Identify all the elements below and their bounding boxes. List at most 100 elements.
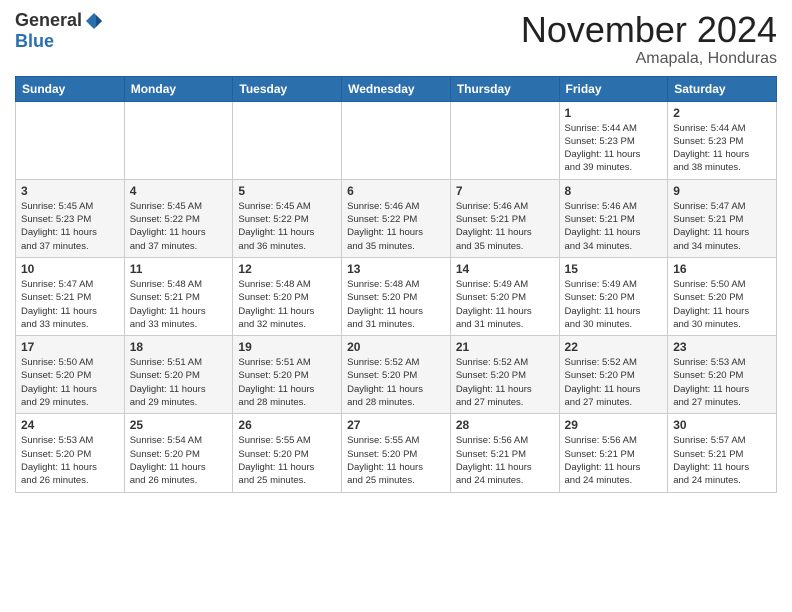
- day-info: Sunrise: 5:44 AM Sunset: 5:23 PM Dayligh…: [565, 122, 663, 175]
- day-info: Sunrise: 5:50 AM Sunset: 5:20 PM Dayligh…: [673, 278, 771, 331]
- day-info: Sunrise: 5:45 AM Sunset: 5:22 PM Dayligh…: [238, 200, 336, 253]
- day-info: Sunrise: 5:52 AM Sunset: 5:20 PM Dayligh…: [347, 356, 445, 409]
- table-row: 13 Sunrise: 5:48 AM Sunset: 5:20 PM Dayli…: [342, 257, 451, 335]
- col-sunday: Sunday: [16, 76, 125, 101]
- day-info: Sunrise: 5:55 AM Sunset: 5:20 PM Dayligh…: [238, 434, 336, 487]
- day-number: 24: [21, 418, 119, 432]
- table-row: 22Sunrise: 5:52 AM Sunset: 5:20 PM Dayli…: [559, 336, 668, 414]
- day-info: Sunrise: 5:48 AM Sunset: 5:20 PM Dayligh…: [238, 278, 336, 331]
- day-number: 20: [347, 340, 445, 354]
- day-number: 10: [21, 262, 119, 276]
- day-number: 2: [673, 106, 771, 120]
- table-row: 1 Sunrise: 5:44 AM Sunset: 5:23 PM Daylig…: [559, 101, 668, 179]
- table-row: 23 Sunrise: 5:53 AM Sunset: 5:20 PM Dayli…: [668, 336, 777, 414]
- day-info: Sunrise: 5:44 AM Sunset: 5:23 PM Dayligh…: [673, 122, 771, 175]
- location-title: Amapala, Honduras: [521, 50, 777, 68]
- table-row: 26 Sunrise: 5:55 AM Sunset: 5:20 PM Dayli…: [233, 414, 342, 492]
- day-number: 1: [565, 106, 663, 120]
- page: General Blue November 2024 Amapala, Hond…: [0, 0, 792, 508]
- table-row: [233, 101, 342, 179]
- day-info: Sunrise: 5:51 AM Sunset: 5:20 PM Dayligh…: [130, 356, 228, 409]
- table-row: 10 Sunrise: 5:47 AM Sunset: 5:21 PM Dayli…: [16, 257, 125, 335]
- table-row: 29Sunrise: 5:56 AM Sunset: 5:21 PM Dayli…: [559, 414, 668, 492]
- table-row: 11 Sunrise: 5:48 AM Sunset: 5:21 PM Dayli…: [124, 257, 233, 335]
- day-info: Sunrise: 5:50 AM Sunset: 5:20 PM Dayligh…: [21, 356, 119, 409]
- day-number: 28: [456, 418, 554, 432]
- day-info: Sunrise: 5:56 AM Sunset: 5:21 PM Dayligh…: [456, 434, 554, 487]
- day-info: Sunrise: 5:51 AM Sunset: 5:20 PM Dayligh…: [238, 356, 336, 409]
- day-info: Sunrise: 5:48 AM Sunset: 5:20 PM Dayligh…: [347, 278, 445, 331]
- day-info: Sunrise: 5:45 AM Sunset: 5:23 PM Dayligh…: [21, 200, 119, 253]
- table-row: 9 Sunrise: 5:47 AM Sunset: 5:21 PM Daylig…: [668, 179, 777, 257]
- day-info: Sunrise: 5:54 AM Sunset: 5:20 PM Dayligh…: [130, 434, 228, 487]
- day-number: 16: [673, 262, 771, 276]
- table-row: 7 Sunrise: 5:46 AM Sunset: 5:21 PM Daylig…: [450, 179, 559, 257]
- table-row: 6Sunrise: 5:46 AM Sunset: 5:22 PM Daylig…: [342, 179, 451, 257]
- col-thursday: Thursday: [450, 76, 559, 101]
- day-number: 6: [347, 184, 445, 198]
- table-row: 25 Sunrise: 5:54 AM Sunset: 5:20 PM Dayli…: [124, 414, 233, 492]
- day-info: Sunrise: 5:46 AM Sunset: 5:21 PM Dayligh…: [456, 200, 554, 253]
- day-number: 13: [347, 262, 445, 276]
- day-number: 30: [673, 418, 771, 432]
- table-row: 19Sunrise: 5:51 AM Sunset: 5:20 PM Dayli…: [233, 336, 342, 414]
- logo-general-text: General: [15, 10, 82, 31]
- table-row: 16 Sunrise: 5:50 AM Sunset: 5:20 PM Dayli…: [668, 257, 777, 335]
- col-wednesday: Wednesday: [342, 76, 451, 101]
- day-info: Sunrise: 5:48 AM Sunset: 5:21 PM Dayligh…: [130, 278, 228, 331]
- table-row: 17 Sunrise: 5:50 AM Sunset: 5:20 PM Dayli…: [16, 336, 125, 414]
- day-info: Sunrise: 5:53 AM Sunset: 5:20 PM Dayligh…: [21, 434, 119, 487]
- logo: General Blue: [15, 10, 104, 52]
- calendar-week-row: 24 Sunrise: 5:53 AM Sunset: 5:20 PM Dayli…: [16, 414, 777, 492]
- table-row: 30 Sunrise: 5:57 AM Sunset: 5:21 PM Dayli…: [668, 414, 777, 492]
- table-row: 4 Sunrise: 5:45 AM Sunset: 5:22 PM Daylig…: [124, 179, 233, 257]
- table-row: 12 Sunrise: 5:48 AM Sunset: 5:20 PM Dayli…: [233, 257, 342, 335]
- calendar-week-row: 17 Sunrise: 5:50 AM Sunset: 5:20 PM Dayli…: [16, 336, 777, 414]
- day-number: 7: [456, 184, 554, 198]
- table-row: 15Sunrise: 5:49 AM Sunset: 5:20 PM Dayli…: [559, 257, 668, 335]
- day-number: 9: [673, 184, 771, 198]
- day-info: Sunrise: 5:53 AM Sunset: 5:20 PM Dayligh…: [673, 356, 771, 409]
- table-row: 2 Sunrise: 5:44 AM Sunset: 5:23 PM Daylig…: [668, 101, 777, 179]
- table-row: 14 Sunrise: 5:49 AM Sunset: 5:20 PM Dayli…: [450, 257, 559, 335]
- day-number: 18: [130, 340, 228, 354]
- day-number: 22: [565, 340, 663, 354]
- day-info: Sunrise: 5:57 AM Sunset: 5:21 PM Dayligh…: [673, 434, 771, 487]
- day-number: 26: [238, 418, 336, 432]
- table-row: [342, 101, 451, 179]
- month-title: November 2024: [521, 10, 777, 50]
- table-row: 3 Sunrise: 5:45 AM Sunset: 5:23 PM Daylig…: [16, 179, 125, 257]
- day-number: 14: [456, 262, 554, 276]
- logo-blue-text: Blue: [15, 31, 54, 52]
- table-row: 21Sunrise: 5:52 AM Sunset: 5:20 PM Dayli…: [450, 336, 559, 414]
- day-number: 3: [21, 184, 119, 198]
- day-info: Sunrise: 5:45 AM Sunset: 5:22 PM Dayligh…: [130, 200, 228, 253]
- day-number: 25: [130, 418, 228, 432]
- day-number: 12: [238, 262, 336, 276]
- header: General Blue November 2024 Amapala, Hond…: [15, 10, 777, 68]
- table-row: 18 Sunrise: 5:51 AM Sunset: 5:20 PM Dayli…: [124, 336, 233, 414]
- day-number: 17: [21, 340, 119, 354]
- table-row: [16, 101, 125, 179]
- day-number: 4: [130, 184, 228, 198]
- day-info: Sunrise: 5:47 AM Sunset: 5:21 PM Dayligh…: [21, 278, 119, 331]
- day-number: 15: [565, 262, 663, 276]
- day-number: 23: [673, 340, 771, 354]
- table-row: [124, 101, 233, 179]
- table-row: 28 Sunrise: 5:56 AM Sunset: 5:21 PM Dayli…: [450, 414, 559, 492]
- day-info: Sunrise: 5:49 AM Sunset: 5:20 PM Dayligh…: [456, 278, 554, 331]
- col-saturday: Saturday: [668, 76, 777, 101]
- table-row: 27Sunrise: 5:55 AM Sunset: 5:20 PM Dayli…: [342, 414, 451, 492]
- day-info: Sunrise: 5:56 AM Sunset: 5:21 PM Dayligh…: [565, 434, 663, 487]
- day-info: Sunrise: 5:52 AM Sunset: 5:20 PM Dayligh…: [456, 356, 554, 409]
- col-monday: Monday: [124, 76, 233, 101]
- calendar-week-row: 10 Sunrise: 5:47 AM Sunset: 5:21 PM Dayli…: [16, 257, 777, 335]
- day-info: Sunrise: 5:47 AM Sunset: 5:21 PM Dayligh…: [673, 200, 771, 253]
- col-tuesday: Tuesday: [233, 76, 342, 101]
- day-number: 11: [130, 262, 228, 276]
- day-info: Sunrise: 5:46 AM Sunset: 5:21 PM Dayligh…: [565, 200, 663, 253]
- calendar-week-row: 1 Sunrise: 5:44 AM Sunset: 5:23 PM Daylig…: [16, 101, 777, 179]
- table-row: [450, 101, 559, 179]
- title-block: November 2024 Amapala, Honduras: [521, 10, 777, 68]
- day-number: 8: [565, 184, 663, 198]
